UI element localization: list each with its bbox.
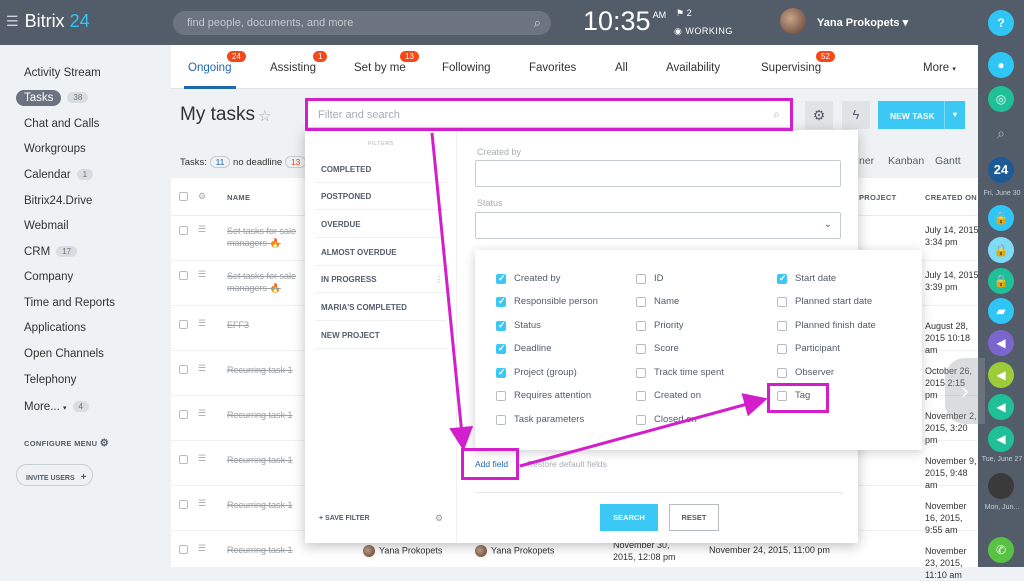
arrow-to-add-field xyxy=(430,132,474,451)
annotation-arrows xyxy=(430,132,768,468)
arrow-to-tag xyxy=(519,393,768,468)
